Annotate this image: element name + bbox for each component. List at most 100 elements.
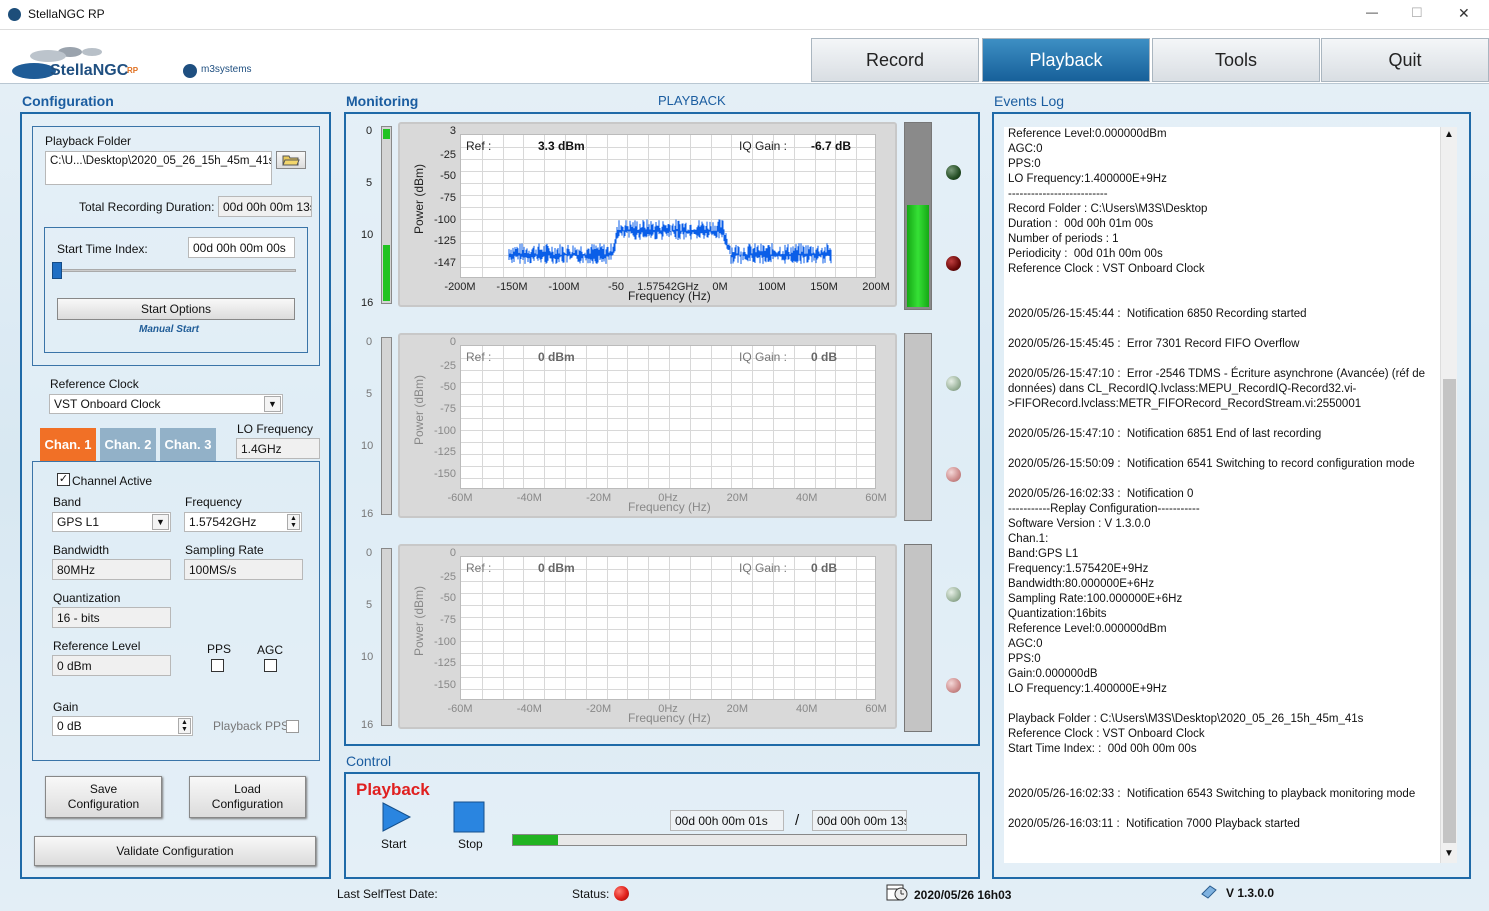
stop-button[interactable] (453, 801, 485, 833)
datetime-display: 2020/05/26 16h03 (914, 888, 1012, 902)
channel-active-checkbox[interactable]: ✓ (57, 473, 70, 486)
power-level-meter (904, 122, 932, 310)
gain-field[interactable]: 0 dB (52, 716, 193, 736)
channel-level-meter (381, 126, 392, 304)
meter-tick: 16 (361, 719, 374, 731)
reference-clock-select[interactable]: VST Onboard Clock (49, 394, 283, 414)
load-label-1: Load (234, 782, 261, 796)
total-time-field: 00d 00h 00m 13s (812, 810, 907, 831)
x-axis-label: Frequency (Hz) (628, 289, 711, 303)
m3-icon (183, 64, 197, 78)
meter-tick: 0 (366, 336, 373, 348)
plot-area (460, 345, 876, 489)
meter-tick: 10 (361, 651, 374, 663)
meter-tick: 16 (361, 508, 374, 520)
channel-active-label: Channel Active (72, 474, 153, 488)
tab-chan-2[interactable]: Chan. 2 (100, 428, 156, 461)
elapsed-time-field: 00d 00h 00m 01s (670, 810, 784, 831)
version-icon (1200, 884, 1218, 900)
quantization-field: 16 - bits (52, 607, 171, 628)
frequency-stepper-icon[interactable]: ▲ ▼ (287, 514, 300, 530)
x-tick-label: 40M (795, 492, 818, 504)
x-tick-label: -20M (586, 492, 612, 504)
sync-status-led (946, 587, 961, 602)
x-tick-label: -40M (516, 703, 542, 715)
meter-tick: 10 (361, 440, 374, 452)
save-configuration-button[interactable]: Save Configuration (45, 776, 162, 818)
x-tick-label: 150M (810, 281, 838, 293)
agc-checkbox[interactable] (264, 659, 277, 672)
scroll-up-icon[interactable]: ▲ (1444, 129, 1454, 140)
app-icon (8, 8, 21, 21)
ref-value: 0 dBm (538, 561, 575, 575)
x-tick-label: 60M (865, 492, 887, 504)
validate-configuration-button[interactable]: Validate Configuration (34, 836, 316, 866)
control-title: Control (346, 753, 392, 769)
power-level-meter (904, 333, 932, 521)
playback-folder-field[interactable]: C:\U...\Desktop\2020_05_26_15h_45m_41s (45, 151, 272, 185)
total-duration-label: Total Recording Duration: (79, 200, 215, 214)
pps-checkbox[interactable] (211, 659, 224, 672)
y-tick-label: 0 (449, 336, 456, 348)
y-tick-label: -25 (440, 359, 456, 372)
close-button[interactable]: ✕ (1458, 5, 1470, 22)
start-time-slider-thumb[interactable] (52, 262, 62, 279)
events-log-scrollbar[interactable]: ▲ ▼ (1440, 127, 1457, 863)
gain-stepper-icon[interactable]: ▲ ▼ (178, 718, 191, 734)
iq-gain-label: IQ Gain : (739, 350, 788, 364)
window-title: StellaNGC RP (28, 7, 105, 21)
frequency-field[interactable]: 1.57542GHz (184, 512, 302, 532)
start-options-button[interactable]: Start Options (57, 298, 295, 320)
tab-quit[interactable]: Quit (1321, 38, 1489, 82)
minimize-button[interactable]: — (1366, 5, 1378, 19)
start-time-field[interactable]: 00d 00h 00m 00s (188, 237, 295, 258)
start-button[interactable] (380, 801, 412, 833)
events-log-text[interactable]: Reference Level:0.000000dBm AGC:0 PPS:0 … (1004, 127, 1440, 863)
tab-chan-3[interactable]: Chan. 3 (160, 428, 216, 461)
browse-folder-button[interactable] (276, 151, 306, 169)
title-bar: StellaNGC RP — ☐ ✕ (0, 0, 1489, 30)
frequency-label: Frequency (185, 495, 242, 509)
y-axis-label: Power (dBm) (412, 374, 426, 445)
reference-clock-label: Reference Clock (50, 377, 139, 391)
maximize-button[interactable]: ☐ (1411, 5, 1423, 21)
chevron-down-icon[interactable]: ▼ (264, 396, 281, 412)
status-label: Status: (572, 887, 610, 901)
load-label-2: Configuration (211, 797, 284, 811)
channel-level-meter (381, 337, 392, 515)
reference-level-field: 0 dBm (52, 655, 171, 676)
scroll-down-icon[interactable]: ▼ (1444, 848, 1454, 859)
gain-label: Gain (53, 700, 79, 714)
meter-tick: 5 (366, 599, 373, 611)
y-tick-label: -50 (440, 592, 456, 605)
tab-playback[interactable]: Playback (982, 38, 1150, 82)
overflow-status-led (946, 256, 961, 271)
tab-chan-1[interactable]: Chan. 1 (40, 428, 96, 461)
band-chevron-down-icon[interactable]: ▼ (152, 514, 169, 530)
stop-label: Stop (458, 837, 483, 851)
y-tick-label: -100 (433, 635, 456, 648)
play-icon (382, 802, 412, 832)
start-time-slider[interactable] (54, 269, 296, 272)
scroll-thumb[interactable] (1443, 379, 1456, 843)
configuration-title: Configuration (22, 93, 114, 109)
x-tick-label: -20M (586, 703, 612, 715)
ref-value: 0 dBm (538, 350, 575, 364)
tab-record[interactable]: Record (811, 38, 979, 82)
y-tick-label: -125 (433, 446, 456, 459)
tab-tools[interactable]: Tools (1152, 38, 1320, 82)
load-configuration-button[interactable]: Load Configuration (189, 776, 306, 818)
bandwidth-field: 80MHz (52, 559, 171, 580)
y-tick-label: -75 (440, 192, 456, 204)
quantization-label: Quantization (53, 591, 121, 605)
save-label-1: Save (89, 782, 118, 796)
brand-name: StellaNGC (50, 62, 129, 79)
start-time-label: Start Time Index: (57, 242, 148, 256)
playback-pps-checkbox[interactable] (286, 720, 299, 733)
y-tick-label: -25 (440, 148, 456, 161)
iq-gain-value: 0 dB (811, 350, 838, 364)
folder-open-icon (282, 155, 300, 166)
ref-label: Ref : (466, 561, 492, 575)
iq-gain-value: 0 dB (811, 561, 838, 575)
x-tick-label: -60M (447, 703, 473, 715)
